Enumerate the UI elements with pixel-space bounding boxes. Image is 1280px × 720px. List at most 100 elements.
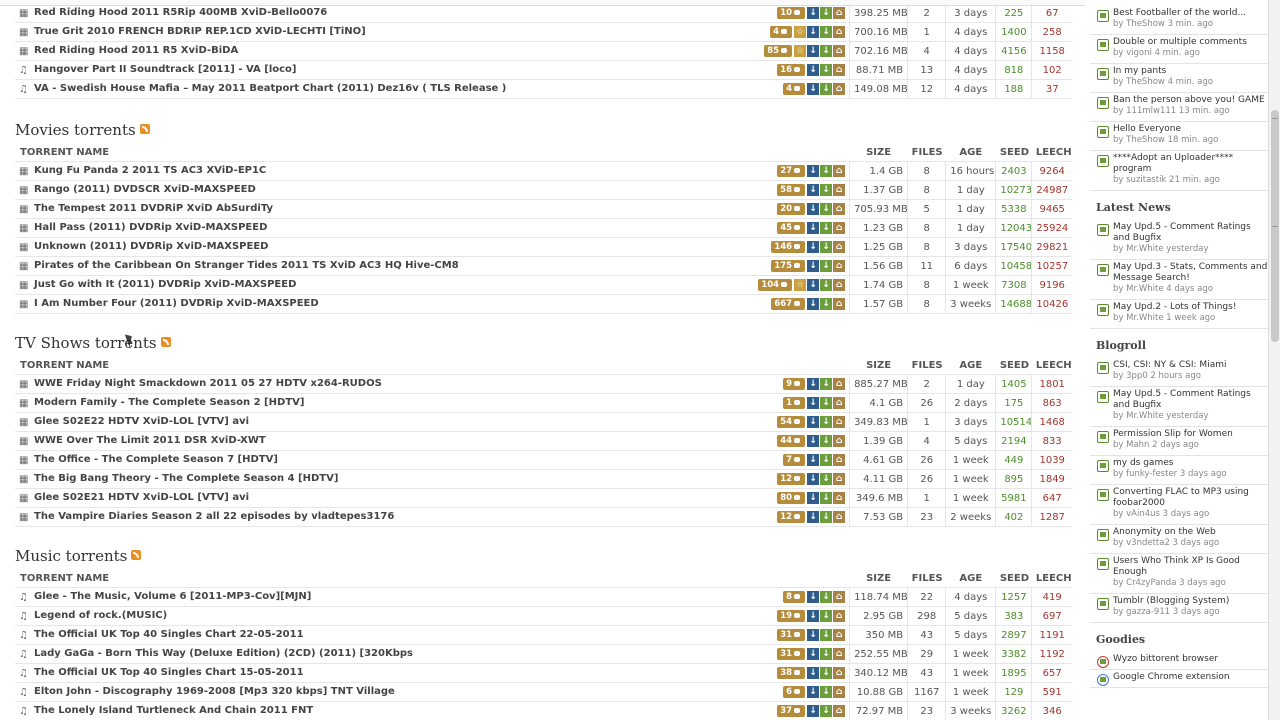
torrent-row[interactable]: ▦ Glee S02E22 HDTV XviD-LOL [VTV] avi 54 ↓ ↓… xyxy=(15,412,1072,432)
torrent-row[interactable]: ▦ Red Riding Hood 2011 R5 XviD-BiDA 85 ☆ ↓ ↓ ⌂… xyxy=(15,41,1072,61)
download-torrent-icon[interactable]: ↓ xyxy=(807,279,820,291)
torrent-name-link[interactable]: Glee - The Music, Volume 6 [2011-MP3-Cov… xyxy=(34,591,311,602)
section-title[interactable]: Movies torrents xyxy=(15,121,150,139)
download-torrent-icon[interactable]: ↓ xyxy=(807,648,820,660)
torrent-row[interactable]: ♫ The Official UK Top 40 Singles Chart 15… xyxy=(15,663,1072,683)
rss-feed-icon[interactable] xyxy=(131,550,142,560)
torrent-row[interactable]: ♫ Legend of rock.(MUSIC) 19 ↓ ↓ ⌂ 2.95 GB 298 5 … xyxy=(15,606,1072,626)
sidebar-item-title[interactable]: Anonymity on the Web xyxy=(1113,527,1268,538)
torrent-name-cell[interactable]: ▦ Modern Family - The Complete Season 2 [… xyxy=(15,393,617,413)
sidebar-item-title[interactable]: Ban the person above you! GAME xyxy=(1113,95,1268,106)
magnet-link-icon[interactable]: ↓ xyxy=(820,591,833,603)
download-home-icon[interactable]: ⌂ xyxy=(833,435,846,447)
torrent-name-cell[interactable]: ▦ Glee S02E21 HDTV XviD-LOL [VTV] avi xyxy=(15,488,617,508)
torrent-name-link[interactable]: Modern Family - The Complete Season 2 [H… xyxy=(34,397,304,408)
torrent-name-cell[interactable]: ♫ The Lonely Island Turtleneck And Chain … xyxy=(15,701,617,720)
column-header-size[interactable]: SIZE xyxy=(849,143,908,162)
torrent-name-link[interactable]: Hall Pass (2011) DVDRip XviD-MAXSPEED xyxy=(34,222,267,233)
download-home-icon[interactable]: ⌂ xyxy=(833,492,846,504)
magnet-link-icon[interactable]: ↓ xyxy=(820,629,833,641)
download-torrent-icon[interactable]: ↓ xyxy=(807,511,820,523)
torrent-name-link[interactable]: The Big Bang Theory - The Complete Seaso… xyxy=(34,473,338,484)
sidebar-item-title[interactable]: my ds games xyxy=(1113,458,1268,469)
sidebar-list-item[interactable]: Best Footballer of the world... by TheSho… xyxy=(1090,6,1268,35)
download-torrent-icon[interactable]: ↓ xyxy=(807,165,820,177)
comments-badge[interactable]: 7 xyxy=(783,454,806,466)
download-home-icon[interactable]: ⌂ xyxy=(833,45,846,57)
magnet-link-icon[interactable]: ↓ xyxy=(820,667,833,679)
torrent-name-link[interactable]: WWE Over The Limit 2011 DSR XviD-XWT xyxy=(34,435,266,446)
comments-badge[interactable]: 12 xyxy=(777,511,806,523)
torrent-row[interactable]: ▦ Just Go with It (2011) DVDRip XviD-MAXS… xyxy=(15,275,1072,295)
torrent-name-cell[interactable]: ♫ Hangover Part II Soundtrack [2011] - VA… xyxy=(15,60,617,80)
torrent-name-cell[interactable]: ♫ The Official UK Top 40 Singles Chart 15… xyxy=(15,663,617,683)
magnet-link-icon[interactable]: ↓ xyxy=(820,184,833,196)
comments-badge[interactable]: 667 xyxy=(771,298,806,310)
magnet-link-icon[interactable]: ↓ xyxy=(820,298,833,310)
rss-feed-icon[interactable] xyxy=(160,337,171,347)
torrent-name-link[interactable]: True Grit 2010 FRENCH BDRIP REP.1CD XViD… xyxy=(34,26,366,37)
download-torrent-icon[interactable]: ↓ xyxy=(807,222,820,234)
torrent-name-link[interactable]: Just Go with It (2011) DVDRip XviD-MAXSP… xyxy=(34,279,296,290)
magnet-link-icon[interactable]: ↓ xyxy=(820,435,833,447)
comments-badge[interactable]: 80 xyxy=(777,492,806,504)
download-home-icon[interactable]: ⌂ xyxy=(833,667,846,679)
torrent-row[interactable]: ♫ Glee - The Music, Volume 6 [2011-MP3-Co… xyxy=(15,587,1072,607)
magnet-link-icon[interactable]: ↓ xyxy=(820,165,833,177)
column-header-seed[interactable]: SEED xyxy=(995,569,1032,588)
download-torrent-icon[interactable]: ↓ xyxy=(807,629,820,641)
torrent-name-cell[interactable]: ▦ Kung Fu Panda 2 2011 TS AC3 XViD-EP1C xyxy=(15,161,617,181)
magnet-link-icon[interactable]: ↓ xyxy=(820,648,833,660)
torrent-name-link[interactable]: Elton John - Discography 1969-2008 [Mp3 … xyxy=(34,686,395,697)
sidebar-item-title[interactable]: Permission Slip for Women xyxy=(1113,429,1268,440)
download-home-icon[interactable]: ⌂ xyxy=(833,629,846,641)
sidebar-list-item[interactable]: Hello Everyone by TheShow 18 min. ago xyxy=(1090,122,1268,151)
download-home-icon[interactable]: ⌂ xyxy=(833,165,846,177)
download-torrent-icon[interactable]: ↓ xyxy=(807,45,820,57)
sidebar-list-item[interactable]: Permission Slip for Women by Mahn 2 days … xyxy=(1090,427,1268,456)
sidebar-list-item[interactable]: May Upd.2 - Lots of Things! by Mr.White 1… xyxy=(1090,300,1268,329)
download-home-icon[interactable]: ⌂ xyxy=(833,378,846,390)
column-header-seed[interactable]: SEED xyxy=(995,356,1032,375)
comments-badge[interactable]: 54 xyxy=(777,416,806,428)
column-header-name[interactable]: TORRENT NAME xyxy=(15,143,850,162)
torrent-name-cell[interactable]: ▦ Unknown (2011) DVDRip XviD-MAXSPEED xyxy=(15,237,617,257)
download-home-icon[interactable]: ⌂ xyxy=(833,298,846,310)
column-header-age[interactable]: AGE xyxy=(945,569,996,588)
magnet-link-icon[interactable]: ↓ xyxy=(820,492,833,504)
torrent-row[interactable]: ♫ VA - Swedish House Mafia – May 2011 Bea… xyxy=(15,79,1072,99)
torrent-row[interactable]: ▦ Modern Family - The Complete Season 2 [… xyxy=(15,393,1072,413)
download-home-icon[interactable]: ⌂ xyxy=(833,64,846,76)
download-torrent-icon[interactable]: ↓ xyxy=(807,260,820,272)
torrent-name-cell[interactable]: ♫ VA - Swedish House Mafia – May 2011 Bea… xyxy=(15,79,617,99)
column-header-age[interactable]: AGE xyxy=(945,143,996,162)
torrent-row[interactable]: ▦ Kung Fu Panda 2 2011 TS AC3 XViD-EP1C 27… xyxy=(15,161,1072,181)
sidebar-list-item[interactable]: May Upd.5 - Comment Ratings and Bugfix by… xyxy=(1090,220,1268,260)
download-home-icon[interactable]: ⌂ xyxy=(833,279,846,291)
download-torrent-icon[interactable]: ↓ xyxy=(807,241,820,253)
download-home-icon[interactable]: ⌂ xyxy=(833,397,846,409)
column-header-seed[interactable]: SEED xyxy=(995,143,1032,162)
comments-badge[interactable]: 27 xyxy=(777,165,806,177)
torrent-row[interactable]: ▦ True Grit 2010 FRENCH BDRIP REP.1CD XVi… xyxy=(15,22,1072,42)
torrent-name-link[interactable]: Rango (2011) DVDSCR XviD-MAXSPEED xyxy=(34,184,256,195)
torrent-name-link[interactable]: The Lonely Island Turtleneck And Chain 2… xyxy=(34,705,313,716)
sidebar-item-title[interactable]: May Upd.2 - Lots of Things! xyxy=(1113,302,1268,313)
download-home-icon[interactable]: ⌂ xyxy=(833,473,846,485)
torrent-name-link[interactable]: Pirates of the Caribbean On Stranger Tid… xyxy=(34,260,459,271)
rss-feed-icon[interactable] xyxy=(139,124,150,134)
download-torrent-icon[interactable]: ↓ xyxy=(807,203,820,215)
torrent-name-link[interactable]: Legend of rock.(MUSIC) xyxy=(34,610,167,621)
download-home-icon[interactable]: ⌂ xyxy=(833,511,846,523)
magnet-link-icon[interactable]: ↓ xyxy=(820,610,833,622)
download-torrent-icon[interactable]: ↓ xyxy=(807,610,820,622)
torrent-name-link[interactable]: Glee S02E22 HDTV XviD-LOL [VTV] avi xyxy=(34,416,249,427)
column-header-name[interactable]: TORRENT NAME xyxy=(15,569,850,588)
download-torrent-icon[interactable]: ↓ xyxy=(807,591,820,603)
torrent-name-cell[interactable]: ♫ Elton John - Discography 1969-2008 [Mp3… xyxy=(15,682,617,702)
download-home-icon[interactable]: ⌂ xyxy=(833,26,846,38)
comments-badge[interactable]: 38 xyxy=(777,667,806,679)
comments-badge[interactable]: 37 xyxy=(777,705,806,717)
page-scrollbar[interactable] xyxy=(1268,0,1280,720)
torrent-row[interactable]: ▦ Hall Pass (2011) DVDRip XviD-MAXSPEED 45… xyxy=(15,218,1072,238)
